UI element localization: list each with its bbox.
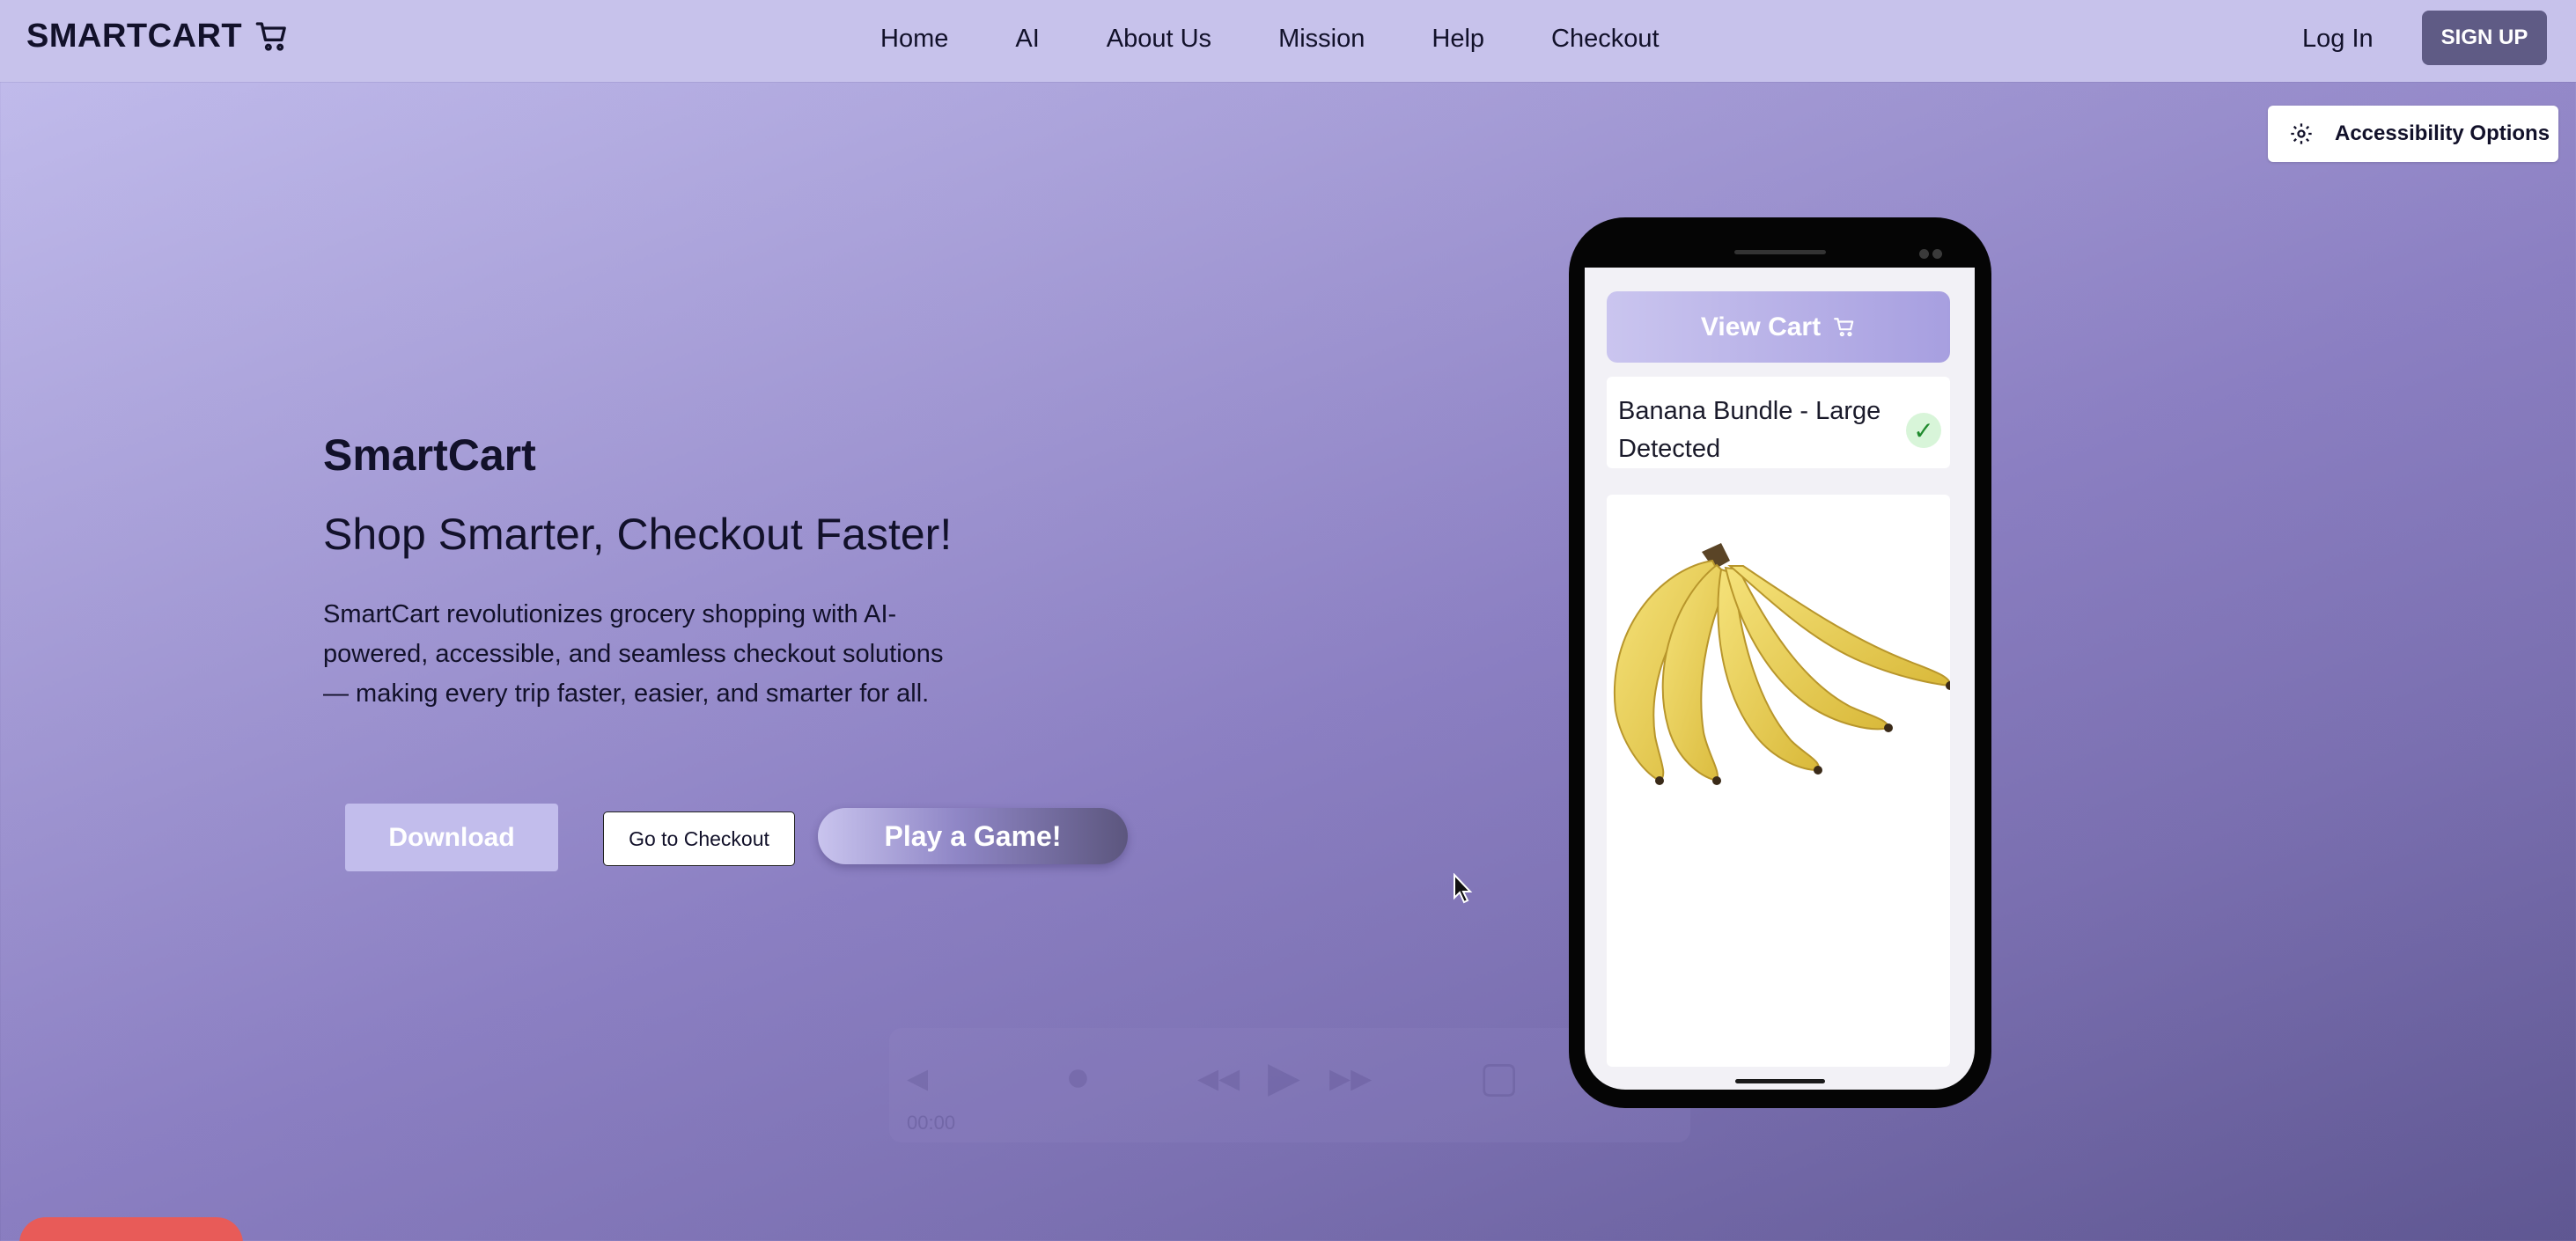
play-icon[interactable]: ▶ (1268, 1053, 1300, 1102)
chat-widget-button[interactable] (19, 1217, 243, 1241)
download-button[interactable]: Download (345, 804, 558, 871)
nav-home[interactable]: Home (880, 21, 948, 56)
detection-card: Banana Bundle - Large Detected ✓ (1607, 377, 1950, 468)
phone-home-indicator (1735, 1079, 1825, 1083)
gear-icon (2291, 123, 2312, 144)
nav-about-us[interactable]: About Us (1107, 21, 1211, 56)
brand-name: SMARTCART (26, 18, 243, 55)
accessibility-options-button[interactable]: Accessibility Options (2268, 106, 2558, 162)
nav-checkout[interactable]: Checkout (1551, 21, 1660, 56)
banana-image (1613, 543, 1950, 785)
fast-forward-icon[interactable]: ▸▸ (1329, 1053, 1372, 1102)
hero-subtitle: Shop Smarter, Checkout Faster! (323, 510, 953, 559)
login-link[interactable]: Log In (2302, 21, 2374, 56)
video-time: 00:00 (907, 1112, 956, 1134)
phone-speaker (1734, 250, 1826, 254)
view-cart-label: View Cart (1700, 312, 1822, 341)
phone-screen: View Cart Banana Bundle - Large Detected… (1585, 268, 1975, 1090)
phone-camera (1919, 247, 1946, 263)
nav-ai[interactable]: AI (1015, 21, 1039, 56)
cart-icon (1834, 317, 1854, 336)
volume-icon[interactable]: ◂ (907, 1053, 928, 1102)
hero-title: SmartCart (323, 430, 536, 480)
pip-icon[interactable]: ▢ (1479, 1053, 1519, 1102)
cart-icon (255, 21, 286, 51)
go-to-checkout-button[interactable]: Go to Checkout (603, 811, 795, 866)
nav-help[interactable]: Help (1432, 21, 1484, 56)
product-image-card (1607, 495, 1950, 1067)
check-icon: ✓ (1906, 413, 1941, 448)
play-game-button[interactable]: Play a Game! (818, 808, 1128, 864)
hero-description: SmartCart revolutionizes grocery shoppin… (323, 600, 944, 708)
detection-text: Banana Bundle - Large Detected (1618, 397, 1881, 463)
rewind-icon[interactable]: ◂◂ (1197, 1053, 1240, 1102)
mouse-cursor-icon (1454, 873, 1473, 904)
top-navbar: SMARTCART Home AI About Us Mission Help … (0, 0, 2576, 82)
main-nav: Home AI About Us Mission Help Checkout (880, 21, 1726, 56)
brand-logo[interactable]: SMARTCART (26, 18, 290, 55)
accessibility-options-label: Accessibility Options (2335, 121, 2550, 145)
signup-button[interactable]: SIGN UP (2422, 11, 2547, 65)
view-cart-button[interactable]: View Cart (1607, 291, 1950, 363)
nav-mission[interactable]: Mission (1278, 21, 1365, 56)
record-icon[interactable]: ● (1065, 1053, 1091, 1101)
